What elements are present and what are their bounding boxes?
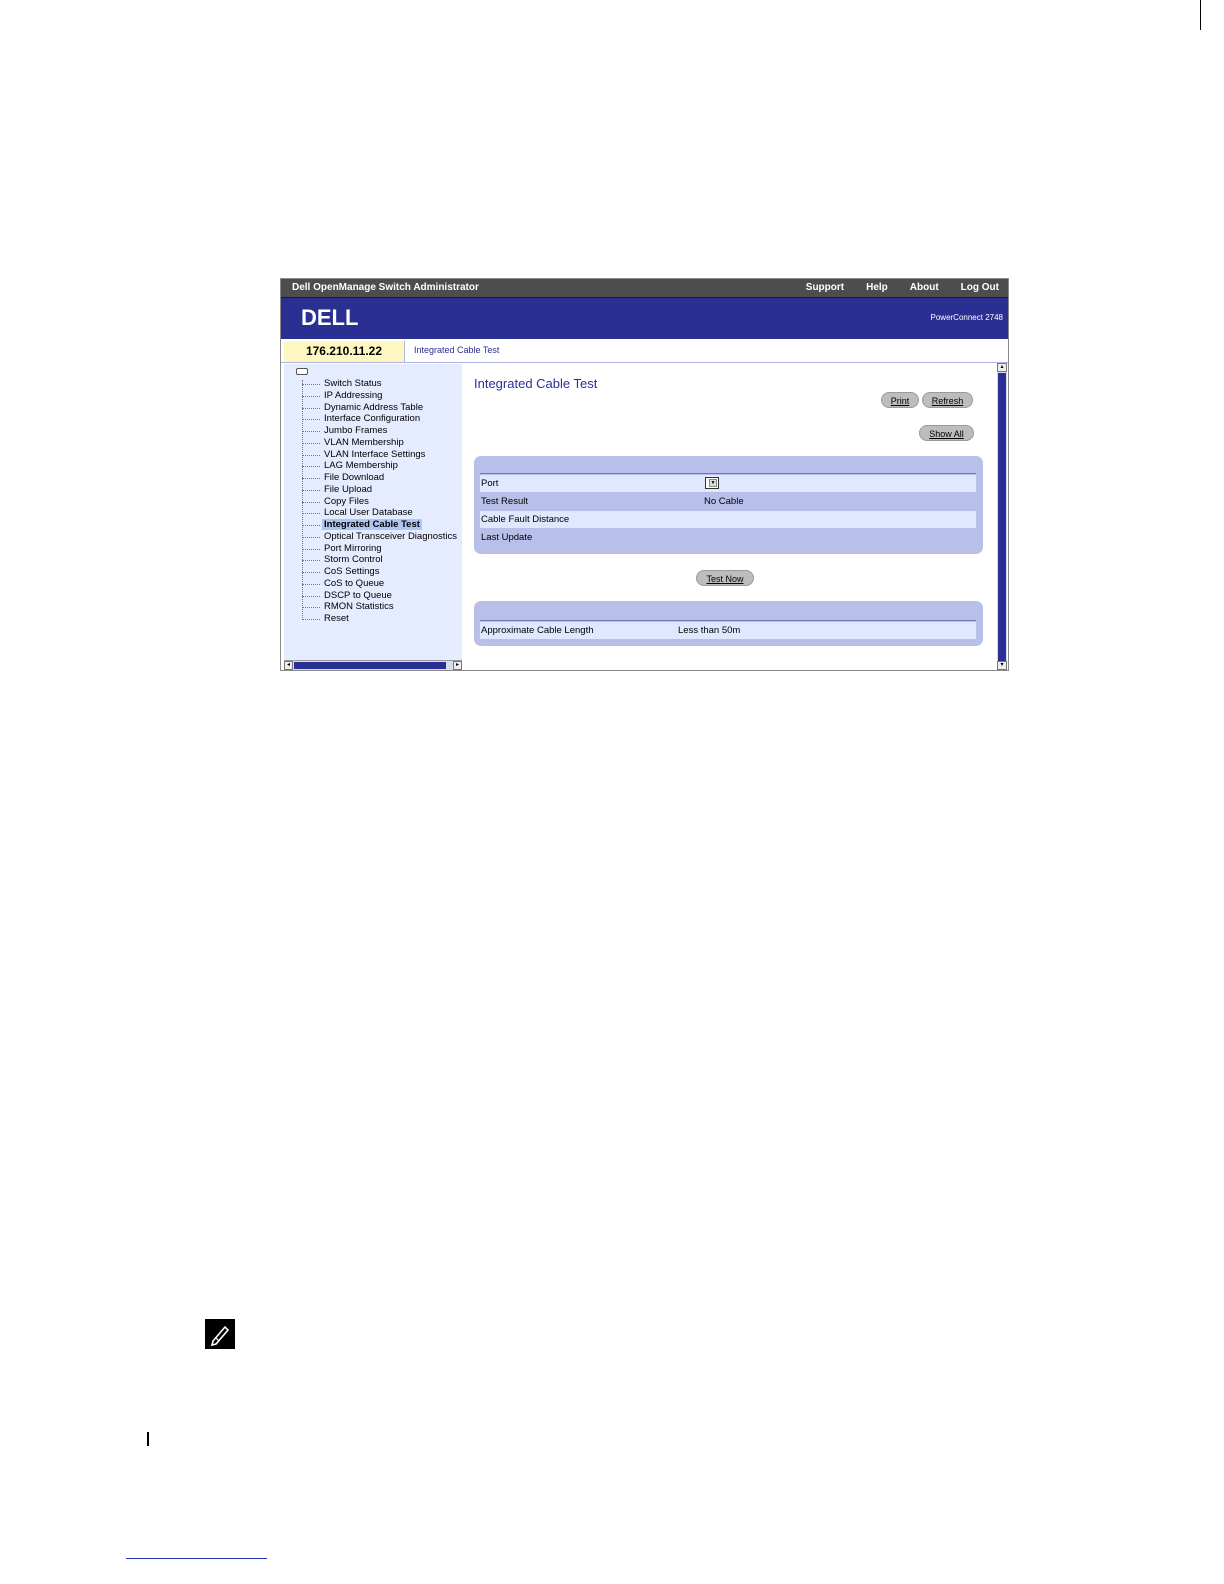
browser-window: Dell OpenManage Switch Administrator Sup… <box>280 278 1009 671</box>
sidebar-item[interactable]: Dynamic Address Table <box>284 402 462 414</box>
show-all-button[interactable]: Show All <box>919 425 974 441</box>
sidebar-tree: Switch Status IP Addressing Dynamic Addres… <box>284 364 462 670</box>
sidebar-item[interactable]: Integrated Cable Test <box>284 519 462 531</box>
sidebar-item-label: VLAN Membership <box>324 436 404 448</box>
scroll-up-icon[interactable]: ▴ <box>997 363 1007 372</box>
sidebar-item[interactable]: Switch Status <box>284 378 462 390</box>
about-link[interactable]: About <box>910 282 939 293</box>
sidebar-item-label: Integrated Cable Test <box>322 519 422 530</box>
cable-length-row: Approximate Cable Length Less than 50m <box>480 622 976 639</box>
footer-link-rule <box>126 1558 267 1559</box>
sidebar-item[interactable]: DSCP to Queue <box>284 590 462 602</box>
test-result-value: No Cable <box>704 496 744 507</box>
sidebar-item-label: Optical Transceiver Diagnostics <box>324 530 458 542</box>
vertical-scroll-thumb[interactable] <box>998 373 1006 661</box>
sidebar-item-label: File Upload <box>324 483 373 495</box>
main-content: Integrated Cable Test Print Refresh Show… <box>463 363 996 670</box>
breadcrumb: Integrated Cable Test <box>414 345 500 355</box>
dell-logo: DELL <box>301 305 358 329</box>
sidebar-item[interactable]: Jumbo Frames <box>284 425 462 437</box>
sidebar-item[interactable]: RMON Statistics <box>284 601 462 613</box>
sidebar-item[interactable]: File Upload <box>284 484 462 496</box>
help-link[interactable]: Help <box>866 282 888 293</box>
sidebar-item-label: Interface Configuration <box>324 413 421 425</box>
nav-list: Switch Status IP Addressing Dynamic Addres… <box>284 378 462 625</box>
dell-logo-text: DELL <box>301 305 358 329</box>
horizontal-scrollbar[interactable]: ◂ ▸ <box>284 660 462 670</box>
last-update-row: Last Update <box>480 529 976 546</box>
page-title: Integrated Cable Test <box>474 376 598 391</box>
margin-bar <box>147 1432 149 1446</box>
last-update-label: Last Update <box>481 532 533 543</box>
sidebar-item[interactable]: CoS to Queue <box>284 578 462 590</box>
tree-root-icon[interactable] <box>296 368 308 375</box>
sidebar-item-label: Local User Database <box>324 507 413 519</box>
test-panel: Port ▼ Test Result No Cable Cable Fault … <box>474 456 983 554</box>
cable-length-label: Approximate Cable Length <box>481 625 594 636</box>
sidebar-item[interactable]: Port Mirroring <box>284 543 462 555</box>
sidebar-item-label: CoS Settings <box>324 566 380 577</box>
print-button[interactable]: Print <box>881 392 919 408</box>
port-row: Port ▼ <box>480 475 976 492</box>
length-panel: Approximate Cable Length Less than 50m <box>474 601 983 646</box>
app-title: Dell OpenManage Switch Administrator <box>292 282 479 293</box>
sidebar-item[interactable]: CoS Settings <box>284 566 462 578</box>
top-bar: Dell OpenManage Switch Administrator Sup… <box>281 279 1008 298</box>
port-select[interactable]: ▼ <box>705 477 719 489</box>
sidebar-item[interactable]: Storm Control <box>284 554 462 566</box>
sidebar-item[interactable]: Local User Database <box>284 507 462 519</box>
scroll-left-icon[interactable]: ◂ <box>284 661 293 670</box>
sidebar-item[interactable]: LAG Membership <box>284 460 462 472</box>
sidebar-item-label: Switch Status <box>324 378 382 389</box>
port-label: Port <box>481 478 499 489</box>
sidebar-item-label: VLAN Interface Settings <box>324 448 426 460</box>
sidebar-item-label: Jumbo Frames <box>324 425 388 436</box>
sidebar-item[interactable]: File Download <box>284 472 462 484</box>
sidebar-item[interactable]: IP Addressing <box>284 390 462 402</box>
sidebar-item[interactable]: Copy Files <box>284 496 462 508</box>
page-corner-line <box>1200 0 1201 30</box>
test-result-row: Test Result No Cable <box>480 493 976 510</box>
sidebar-item-label: Storm Control <box>324 554 383 566</box>
support-link[interactable]: Support <box>806 282 844 293</box>
sidebar-item-label: Reset <box>324 613 349 624</box>
sidebar-item-label: Copy Files <box>324 495 369 507</box>
sidebar-item-label: DSCP to Queue <box>324 589 392 601</box>
sidebar-item[interactable]: Interface Configuration <box>284 413 462 425</box>
top-links: Support Help About Log Out <box>806 282 999 293</box>
test-now-button[interactable]: Test Now <box>696 570 754 586</box>
address-bar: 176.210.11.22 Integrated Cable Test <box>281 341 1008 363</box>
sidebar-item[interactable]: VLAN Interface Settings <box>284 449 462 461</box>
sidebar-item-label: CoS to Queue <box>324 577 385 589</box>
note-pencil-icon <box>205 1319 235 1349</box>
sidebar-item[interactable]: Reset <box>284 613 462 625</box>
sidebar-item[interactable]: VLAN Membership <box>284 437 462 449</box>
sidebar-item-label: Dynamic Address Table <box>324 401 424 413</box>
sidebar-item-label: IP Addressing <box>324 389 383 401</box>
sidebar-item-label: Port Mirroring <box>324 542 382 554</box>
vertical-scrollbar[interactable]: ▴ ▾ <box>997 363 1007 670</box>
cable-fault-row: Cable Fault Distance <box>480 511 976 528</box>
refresh-button[interactable]: Refresh <box>922 392 973 408</box>
product-name: PowerConnect 2748 <box>930 313 1004 322</box>
sidebar-item-label: RMON Statistics <box>324 601 394 613</box>
test-result-label: Test Result <box>481 496 528 507</box>
sidebar-item-label: File Download <box>324 472 385 483</box>
cable-fault-label: Cable Fault Distance <box>481 514 570 525</box>
logout-link[interactable]: Log Out <box>961 282 999 293</box>
scroll-thumb[interactable] <box>294 662 446 669</box>
device-ip: 176.210.11.22 <box>284 341 405 362</box>
sidebar-item[interactable]: Optical Transceiver Diagnostics <box>284 531 462 543</box>
scroll-down-icon[interactable]: ▾ <box>997 661 1007 670</box>
chevron-down-icon: ▼ <box>709 479 717 487</box>
banner: DELL PowerConnect 2748 <box>281 298 1008 341</box>
sidebar-item-label: LAG Membership <box>324 460 398 472</box>
length-rule <box>480 620 976 621</box>
scroll-right-icon[interactable]: ▸ <box>453 661 462 670</box>
cable-length-value: Less than 50m <box>678 625 741 636</box>
panel-rule <box>480 473 976 474</box>
